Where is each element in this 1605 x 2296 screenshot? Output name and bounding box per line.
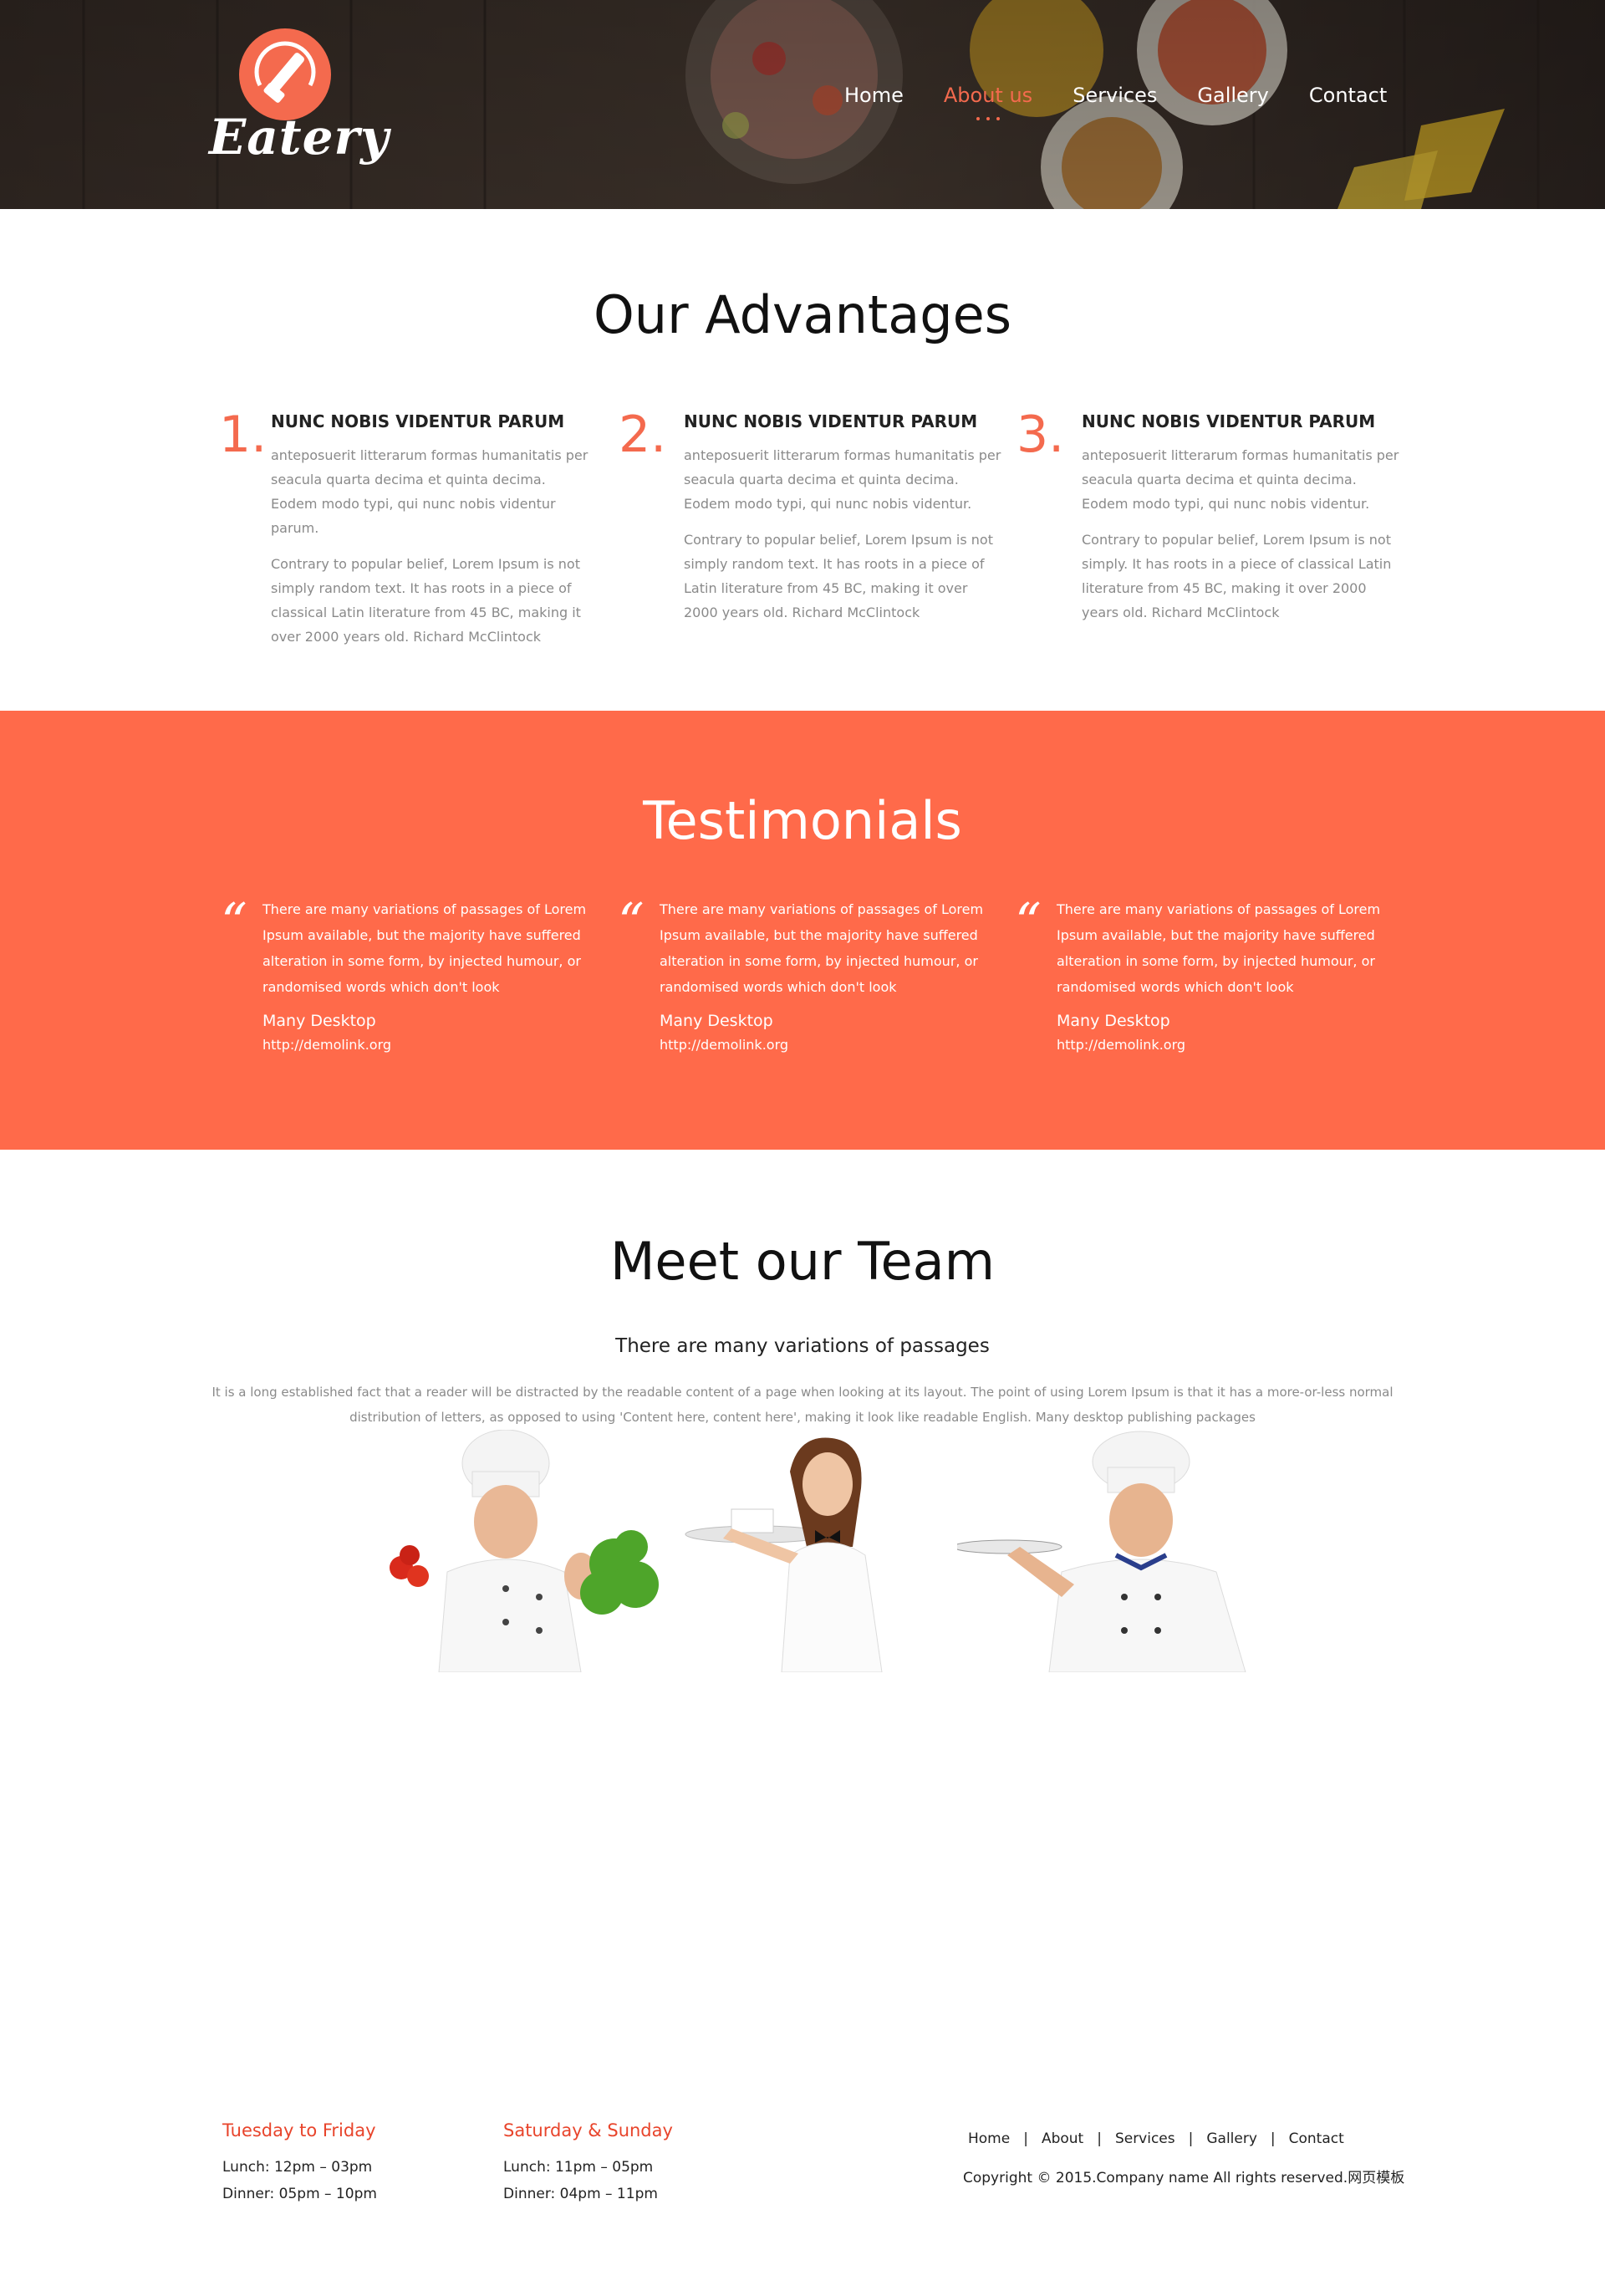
testimonial-link[interactable]: http://demolink.org (262, 1037, 597, 1053)
team-photo-chef-vegetables (380, 1429, 673, 1673)
hours-dinner: Dinner: 04pm – 11pm (503, 2186, 658, 2202)
copyright-text: Copyright © 2015.Company name All rights… (963, 2170, 1405, 2186)
testimonial-text: There are many variations of passages of… (262, 901, 587, 995)
hours-title: Tuesday to Friday (222, 2120, 376, 2140)
footer-separator: | (1188, 2130, 1194, 2147)
nav-contact[interactable]: Contact (1309, 84, 1387, 107)
nav-home[interactable]: Home (844, 84, 904, 107)
team-description: It is a long established fact that a rea… (211, 1385, 1394, 1425)
logo-icon (239, 28, 331, 120)
advantage-number: 2. (619, 406, 667, 464)
testimonial-author: Many Desktop (262, 1012, 376, 1030)
nav-gallery[interactable]: Gallery (1197, 84, 1268, 107)
testimonial-text: There are many variations of passages of… (1057, 901, 1381, 995)
footer-nav: Home | About | Services | Gallery | Cont… (968, 2130, 1344, 2147)
advantage-number: 3. (1016, 406, 1065, 464)
hours-lunch: Lunch: 12pm – 03pm (222, 2159, 373, 2176)
team-photo-waitress (673, 1430, 966, 1673)
advantage-text: Contrary to popular belief, Lorem Ipsum … (684, 532, 993, 620)
advantages-title: Our Advantages (593, 284, 1012, 345)
hours-title: Saturday & Sunday (503, 2120, 673, 2140)
nav-about-us-label: About us (943, 84, 1033, 107)
footer-separator: | (1023, 2130, 1028, 2147)
logo[interactable]: Eatery (209, 28, 390, 179)
quote-icon: “ (221, 891, 247, 952)
advantage-heading: NUNC NOBIS VIDENTUR PARUM (271, 411, 565, 431)
advantage-number: 1. (219, 406, 268, 464)
active-indicator-dots (976, 117, 1001, 120)
testimonial-author: Many Desktop (1057, 1012, 1170, 1030)
testimonial-text: There are many variations of passages of… (660, 901, 984, 995)
advantage-text: anteposuerit litterarum formas humanitat… (271, 447, 588, 536)
hours-dinner: Dinner: 05pm – 10pm (222, 2186, 377, 2202)
footer-link-home[interactable]: Home (968, 2130, 1010, 2147)
footer-link-contact[interactable]: Contact (1289, 2130, 1344, 2147)
logo-text: Eatery (209, 109, 390, 166)
hero-header: Eatery Home About us Services Gallery Co… (0, 0, 1605, 209)
advantage-heading: NUNC NOBIS VIDENTUR PARUM (684, 411, 978, 431)
footer-link-gallery[interactable]: Gallery (1206, 2130, 1257, 2147)
main-nav: Home About us Services Gallery Contact (844, 84, 1427, 120)
testimonial-author: Many Desktop (660, 1012, 773, 1030)
advantage-text: anteposuerit litterarum formas humanitat… (1082, 447, 1399, 512)
testimonial-link[interactable]: http://demolink.org (660, 1037, 994, 1053)
nav-about-us[interactable]: About us (943, 84, 1033, 120)
footer-link-about[interactable]: About (1042, 2130, 1083, 2147)
testimonial-link[interactable]: http://demolink.org (1057, 1037, 1391, 1053)
footer-separator: | (1270, 2130, 1276, 2147)
advantage-heading: NUNC NOBIS VIDENTUR PARUM (1082, 411, 1376, 431)
team-photo-chef-tray (952, 1430, 1250, 1673)
testimonials-section: Testimonials “ There are many variations… (0, 711, 1605, 1150)
footer-separator: | (1097, 2130, 1102, 2147)
quote-icon: “ (618, 891, 645, 952)
team-subtitle: There are many variations of passages (615, 1335, 990, 1357)
advantage-text: anteposuerit litterarum formas humanitat… (684, 447, 1001, 512)
footer-link-services[interactable]: Services (1115, 2130, 1175, 2147)
advantage-text: Contrary to popular belief, Lorem Ipsum … (271, 556, 581, 645)
hours-lunch: Lunch: 11pm – 05pm (503, 2159, 654, 2176)
nav-services[interactable]: Services (1073, 84, 1157, 107)
testimonials-title: Testimonials (643, 790, 962, 851)
quote-icon: “ (1015, 891, 1042, 952)
team-title: Meet our Team (609, 1231, 996, 1292)
hours-weekday: Tuesday to Friday Lunch: 12pm – 03pm Din… (222, 2120, 440, 2212)
advantage-text: Contrary to popular belief, Lorem Ipsum … (1082, 532, 1392, 620)
hours-weekend: Saturday & Sunday Lunch: 11pm – 05pm Din… (503, 2120, 721, 2212)
